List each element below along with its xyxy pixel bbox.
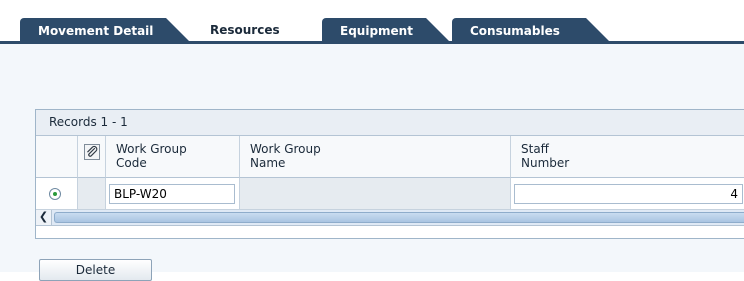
column-header-staff-number[interactable]: Staff Number	[511, 136, 744, 178]
column-header-line: Code	[116, 156, 147, 170]
column-header-work-group-code[interactable]: Work Group Code	[106, 136, 240, 178]
tab-label: Movement Detail	[38, 24, 154, 38]
paperclip-icon	[84, 144, 100, 160]
attachment-cell	[78, 178, 106, 210]
column-header-line: Work Group	[250, 142, 321, 156]
scroll-left-button[interactable]: ❮	[36, 210, 52, 225]
column-header-line: Work Group	[116, 142, 187, 156]
grid-footer	[36, 226, 744, 238]
row-selector-cell[interactable]	[36, 178, 78, 210]
horizontal-scrollbar[interactable]: ❮	[36, 210, 744, 226]
row-selector-header	[36, 136, 78, 178]
column-header-line: Name	[250, 156, 286, 170]
column-header-work-group-name[interactable]: Work Group Name	[240, 136, 511, 178]
tab-label: Equipment	[340, 24, 413, 38]
column-header-line: Number	[521, 156, 570, 170]
chevron-left-icon: ❮	[38, 210, 49, 223]
tab-label: Resources	[210, 23, 280, 37]
work-group-code-cell	[106, 178, 240, 210]
attachment-header[interactable]	[78, 136, 106, 178]
tab-label: Consumables	[470, 24, 560, 38]
staff-number-cell	[511, 178, 744, 210]
row-select-radio[interactable]	[49, 188, 61, 200]
column-header-line: Staff	[521, 142, 549, 156]
work-group-code-input[interactable]	[109, 184, 235, 204]
tab-strip: Movement Detail Resources Equipment Cons…	[0, 0, 744, 44]
delete-button[interactable]: Delete	[39, 259, 152, 281]
work-group-name-cell	[240, 178, 511, 210]
staff-number-input[interactable]	[514, 184, 743, 204]
scrollbar-thumb[interactable]	[54, 212, 744, 223]
records-count: Records 1 - 1	[36, 110, 744, 136]
tab-resources[interactable]: Resources	[192, 16, 322, 44]
resources-grid: Records 1 - 1 Work Group Code Work Group…	[35, 109, 744, 239]
